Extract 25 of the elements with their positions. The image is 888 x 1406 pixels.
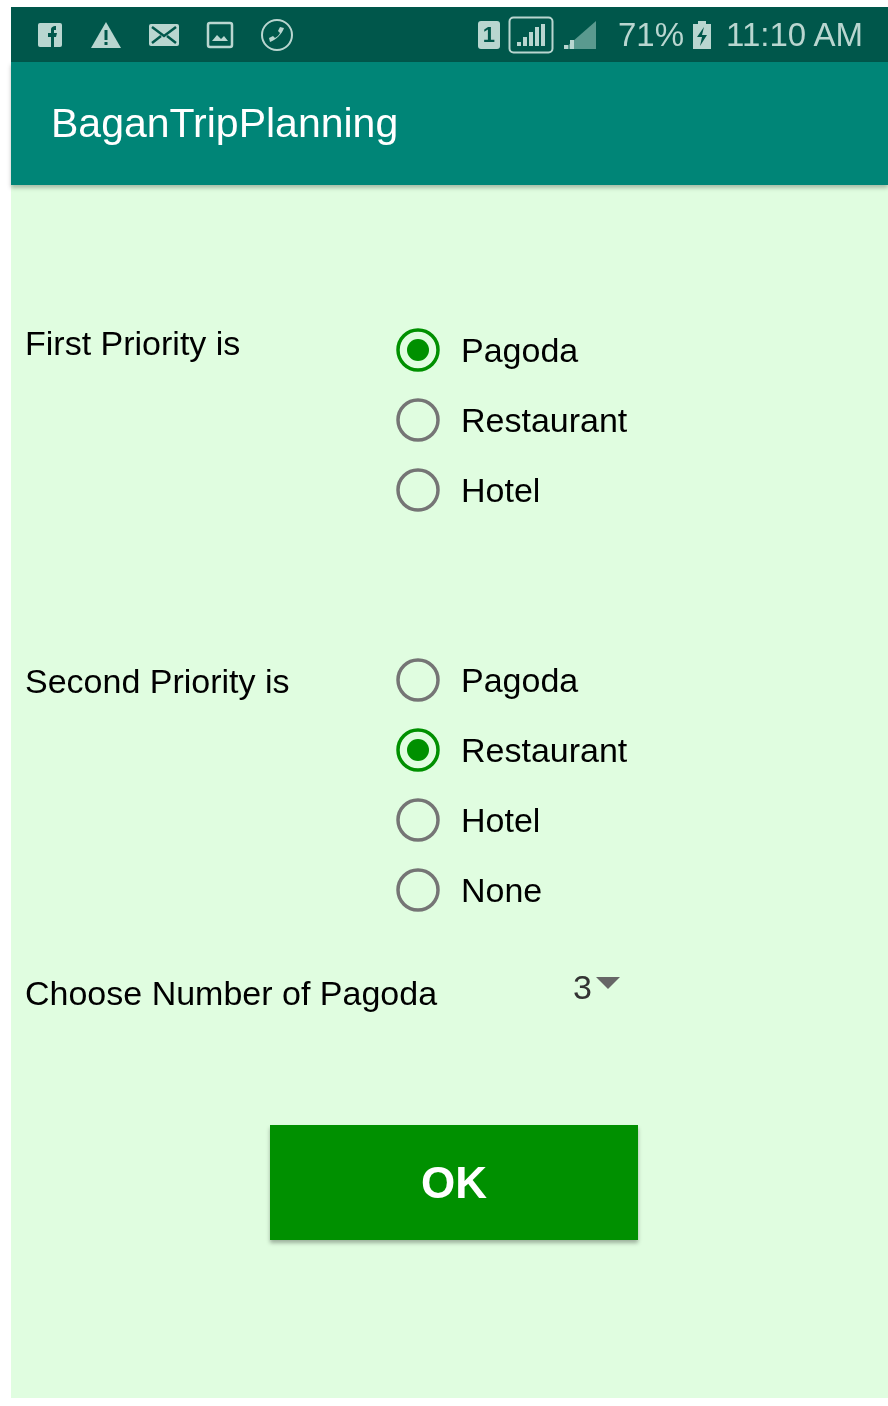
facebook-icon xyxy=(36,20,64,49)
radio-option[interactable]: Hotel xyxy=(395,785,628,855)
app-title: BaganTripPlanning xyxy=(51,98,399,148)
radio-option[interactable]: Restaurant xyxy=(395,385,628,455)
ok-button[interactable]: OK xyxy=(270,1125,638,1240)
spinner-label: Choose Number of Pagoda xyxy=(25,972,439,1014)
image-icon xyxy=(206,20,234,49)
radio-option[interactable]: Pagoda xyxy=(395,645,628,715)
mail-icon xyxy=(148,22,180,47)
phone-icon xyxy=(260,17,294,52)
warning-icon xyxy=(90,20,122,49)
battery-charging-icon xyxy=(692,20,712,49)
sim-indicator: 1 xyxy=(477,20,500,49)
priority-label: First Priority is xyxy=(25,323,242,363)
dropdown-arrow-icon xyxy=(595,977,620,989)
radio-option[interactable]: Pagoda xyxy=(395,315,628,385)
clock: 11:10 AM xyxy=(726,14,863,55)
radio-option[interactable]: Restaurant xyxy=(395,715,628,785)
radio-option[interactable]: Hotel xyxy=(395,455,628,525)
priority-label: Second Priority is xyxy=(25,661,291,701)
signal-icon xyxy=(507,15,554,54)
battery-percentage: 71% xyxy=(617,14,684,55)
signal-icon xyxy=(561,18,598,51)
number-dropdown[interactable]: 3 xyxy=(573,962,622,1012)
radio-option[interactable]: None xyxy=(395,855,628,925)
